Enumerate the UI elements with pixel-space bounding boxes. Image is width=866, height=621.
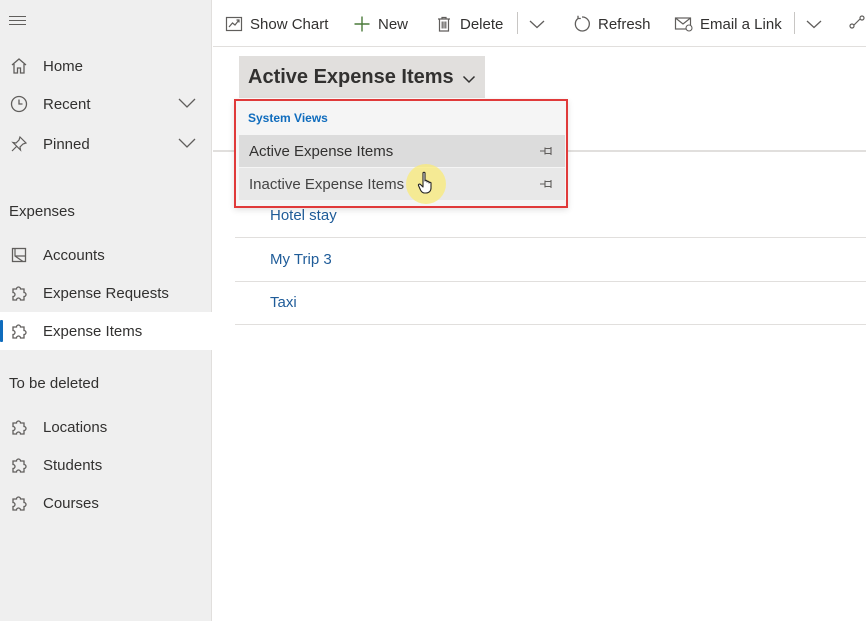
puzzle-icon [9, 321, 29, 341]
new-label: New [378, 15, 409, 33]
pin-icon[interactable] [539, 144, 555, 161]
flow-icon [849, 13, 866, 35]
nav-home[interactable]: Home [0, 47, 212, 85]
nav-expense-requests-label: Expense Requests [43, 284, 169, 302]
email-link-icon [674, 14, 694, 34]
nav-expense-items[interactable]: Expense Items [0, 312, 212, 350]
view-option-inactive[interactable]: Inactive Expense Items [239, 168, 565, 200]
row-link[interactable]: Hotel stay [270, 207, 337, 224]
refresh-button[interactable]: Refresh [572, 12, 651, 36]
nav-courses[interactable]: Courses [0, 484, 212, 522]
email-options-chevron[interactable] [806, 12, 822, 36]
divider [517, 12, 518, 34]
row-link[interactable]: My Trip 3 [270, 251, 332, 268]
chevron-down-icon [462, 67, 476, 90]
divider [794, 12, 795, 34]
home-icon [9, 56, 29, 76]
puzzle-icon [9, 283, 29, 303]
nav-courses-label: Courses [43, 494, 99, 512]
nav-students-label: Students [43, 456, 103, 474]
refresh-label: Refresh [598, 15, 651, 33]
nav-recent[interactable]: Recent [0, 85, 212, 123]
group-title-expenses: Expenses [9, 203, 75, 220]
view-selector-label: Active Expense Items [248, 65, 454, 88]
view-selector[interactable]: Active Expense Items [239, 56, 485, 98]
puzzle-icon [9, 417, 29, 437]
flow-button[interactable] [849, 12, 866, 36]
hamburger-menu-icon[interactable] [9, 16, 27, 30]
group-title-to-be-deleted: To be deleted [9, 375, 100, 392]
nav-recent-label: Recent [43, 95, 91, 113]
nav-home-label: Home [43, 57, 84, 75]
nav-pinned-label: Pinned [43, 135, 90, 153]
show-chart-label: Show Chart [250, 15, 329, 33]
chevron-down-icon[interactable] [178, 96, 196, 113]
email-link-label: Email a Link [700, 15, 782, 33]
refresh-icon [572, 14, 592, 34]
nav-expense-requests[interactable]: Expense Requests [0, 274, 212, 312]
pin-icon[interactable] [539, 177, 555, 194]
nav-accounts-label: Accounts [43, 246, 105, 264]
command-bar: Show Chart New Delete Refresh Email a Li… [213, 0, 866, 47]
chart-icon [224, 14, 244, 34]
nav-pinned[interactable]: Pinned [0, 125, 212, 163]
view-option-label: Active Expense Items [249, 142, 394, 160]
puzzle-icon [9, 455, 29, 475]
table-row[interactable]: My Trip 3 [235, 239, 866, 282]
account-icon [9, 245, 29, 265]
chevron-down-icon [806, 16, 822, 33]
pin-icon [9, 134, 29, 154]
nav-locations[interactable]: Locations [0, 408, 212, 446]
view-option-label: Inactive Expense Items [249, 175, 405, 193]
delete-button[interactable]: Delete [434, 12, 503, 36]
hand-cursor-icon [417, 171, 435, 200]
dropdown-header: System Views [248, 111, 328, 125]
plus-icon [352, 14, 372, 34]
sidebar: Home Recent Pinned Expenses Accounts Exp… [0, 0, 212, 621]
nav-accounts[interactable]: Accounts [0, 236, 212, 274]
email-link-button[interactable]: Email a Link [674, 12, 782, 36]
nav-locations-label: Locations [43, 418, 108, 436]
chevron-down-icon [529, 16, 545, 33]
more-commands-chevron[interactable] [529, 12, 545, 36]
show-chart-button[interactable]: Show Chart [224, 12, 328, 36]
delete-label: Delete [460, 15, 504, 33]
view-option-active[interactable]: Active Expense Items [239, 135, 565, 167]
puzzle-icon [9, 493, 29, 513]
clock-icon [9, 94, 29, 114]
row-link[interactable]: Taxi [270, 294, 297, 311]
new-button[interactable]: New [352, 12, 408, 36]
chevron-down-icon[interactable] [178, 136, 196, 153]
table-row[interactable]: Taxi [235, 282, 866, 325]
view-dropdown: System Views Active Expense Items Inacti… [234, 99, 568, 208]
trash-icon [434, 14, 454, 34]
nav-expense-items-label: Expense Items [43, 322, 143, 340]
nav-students[interactable]: Students [0, 446, 212, 484]
